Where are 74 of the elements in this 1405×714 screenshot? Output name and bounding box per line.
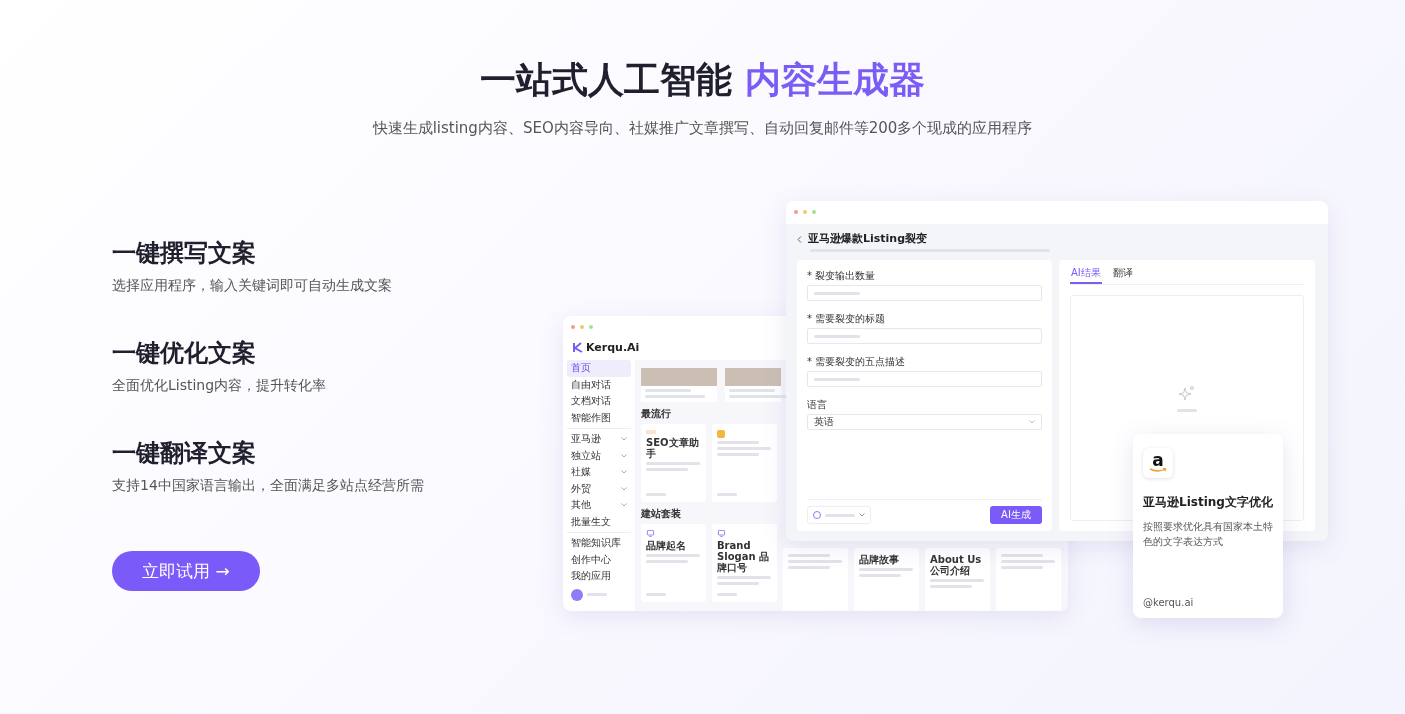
sidebar-item[interactable]: 社媒 (567, 464, 631, 481)
feature-title: 一键优化文案 (112, 338, 257, 369)
app-logo: Kerqu.Ai (586, 341, 640, 354)
input-field[interactable] (807, 285, 1042, 301)
tool-card[interactable]: 品牌故事 (854, 548, 919, 611)
window-dot-icon (580, 325, 584, 329)
monitor-icon (646, 530, 655, 537)
section-title: 建站套装 (641, 508, 681, 520)
field-label: * 需要裂变的五点描述 (807, 356, 907, 368)
window-dot-icon (794, 210, 798, 214)
sparkle-icon (1178, 384, 1196, 403)
sidebar-item[interactable]: 文档对话 (567, 393, 631, 410)
tool-card[interactable] (712, 424, 777, 502)
feature-description: 支持14中国家语言输出，全面满足多站点经营所需 (112, 476, 424, 495)
tab[interactable]: 翻译 (1111, 266, 1134, 284)
card-title: SEO文章助手 (646, 437, 700, 459)
card-description: 按照要求优化具有国家本土特色的文字表达方式 (1143, 520, 1273, 549)
window-dot-icon (571, 325, 575, 329)
tool-title: 亚马逊爆款Listing裂变 (808, 232, 928, 246)
tool-card[interactable]: About Us公司介绍 (925, 548, 990, 611)
tool-card[interactable] (783, 548, 848, 611)
square-icon (717, 430, 725, 438)
input-field[interactable] (807, 371, 1042, 387)
window-dot-icon (803, 210, 807, 214)
sidebar-item[interactable]: 自由对话 (567, 376, 631, 393)
field-label: * 需要裂变的标题 (807, 313, 887, 325)
sidebar-item[interactable]: 外贸 (567, 480, 631, 497)
feature-description: 全面优化Listing内容，提升转化率 (112, 376, 327, 395)
sidebar-item[interactable]: 其他 (567, 497, 631, 514)
avatar (571, 588, 583, 601)
model-select[interactable] (807, 506, 871, 524)
card-title: About Us公司介绍 (930, 554, 983, 576)
sidebar-item[interactable]: 独立站 (567, 447, 631, 464)
window-dot-icon (812, 210, 816, 214)
sidebar-item[interactable]: 智能知识库 (567, 535, 631, 552)
feature-card[interactable]: a 亚马逊Listing文字优化 按照要求优化具有国家本土特色的文字表达方式 @kerqu.ai (1133, 434, 1283, 618)
amazon-logo: a (1143, 448, 1173, 478)
chevron-down-icon (1029, 420, 1035, 424)
tool-card[interactable]: SEO文章助手 (641, 424, 706, 502)
feature-title: 一键撰写文案 (112, 238, 257, 269)
monitor-icon (717, 530, 726, 537)
sidebar-item[interactable]: 批量生文 (567, 513, 631, 530)
card-title: Brand Slogan 品牌口号 (717, 540, 770, 573)
card-title: 品牌故事 (859, 554, 900, 565)
tag-icon (646, 430, 656, 434)
window-dot-icon (589, 325, 593, 329)
tool-card[interactable]: Brand Slogan 品牌口号 (712, 524, 777, 602)
logo-icon (573, 342, 583, 353)
try-now-button[interactable]: 立即试用 → (112, 551, 260, 591)
card-title: 亚马逊Listing文字优化 (1143, 494, 1273, 511)
generate-button[interactable]: AI生成 (990, 506, 1042, 524)
card-footer: @kerqu.ai (1143, 597, 1273, 608)
sidebar-item[interactable]: 我的应用 (567, 568, 631, 585)
feature-title: 一键翻译文案 (112, 438, 257, 469)
input-field[interactable] (807, 328, 1042, 344)
back-icon[interactable] (797, 235, 802, 243)
page-subtitle: 快速生成listing内容、SEO内容导向、社媒推广文章撰写、自动回复邮件等200多个现成的应用程序 (371, 118, 1034, 138)
language-select[interactable]: 英语 (807, 414, 1042, 430)
sidebar-item[interactable]: 智能作图 (567, 409, 631, 426)
tool-card[interactable] (996, 548, 1061, 611)
page-title: 一站式人工智能 内容生成器 (479, 58, 926, 102)
sidebar-item[interactable]: 亚马逊 (567, 431, 631, 448)
sidebar-item[interactable]: 创作中心 (567, 551, 631, 568)
chevron-down-icon (859, 513, 865, 517)
photo-placeholder (725, 368, 781, 386)
tab[interactable]: AI结果 (1070, 266, 1102, 284)
feature-description: 选择应用程序，输入关键词即可自动生成文案 (112, 276, 392, 295)
sidebar-item[interactable]: 首页 (567, 360, 631, 377)
card-title: 品牌起名 (646, 540, 687, 551)
tool-card[interactable] (641, 368, 717, 402)
field-label: 语言 (807, 399, 828, 411)
field-label: * 裂变输出数量 (807, 270, 877, 282)
section-title: 最流行 (641, 408, 671, 420)
tool-card[interactable]: 品牌起名 (641, 524, 706, 602)
